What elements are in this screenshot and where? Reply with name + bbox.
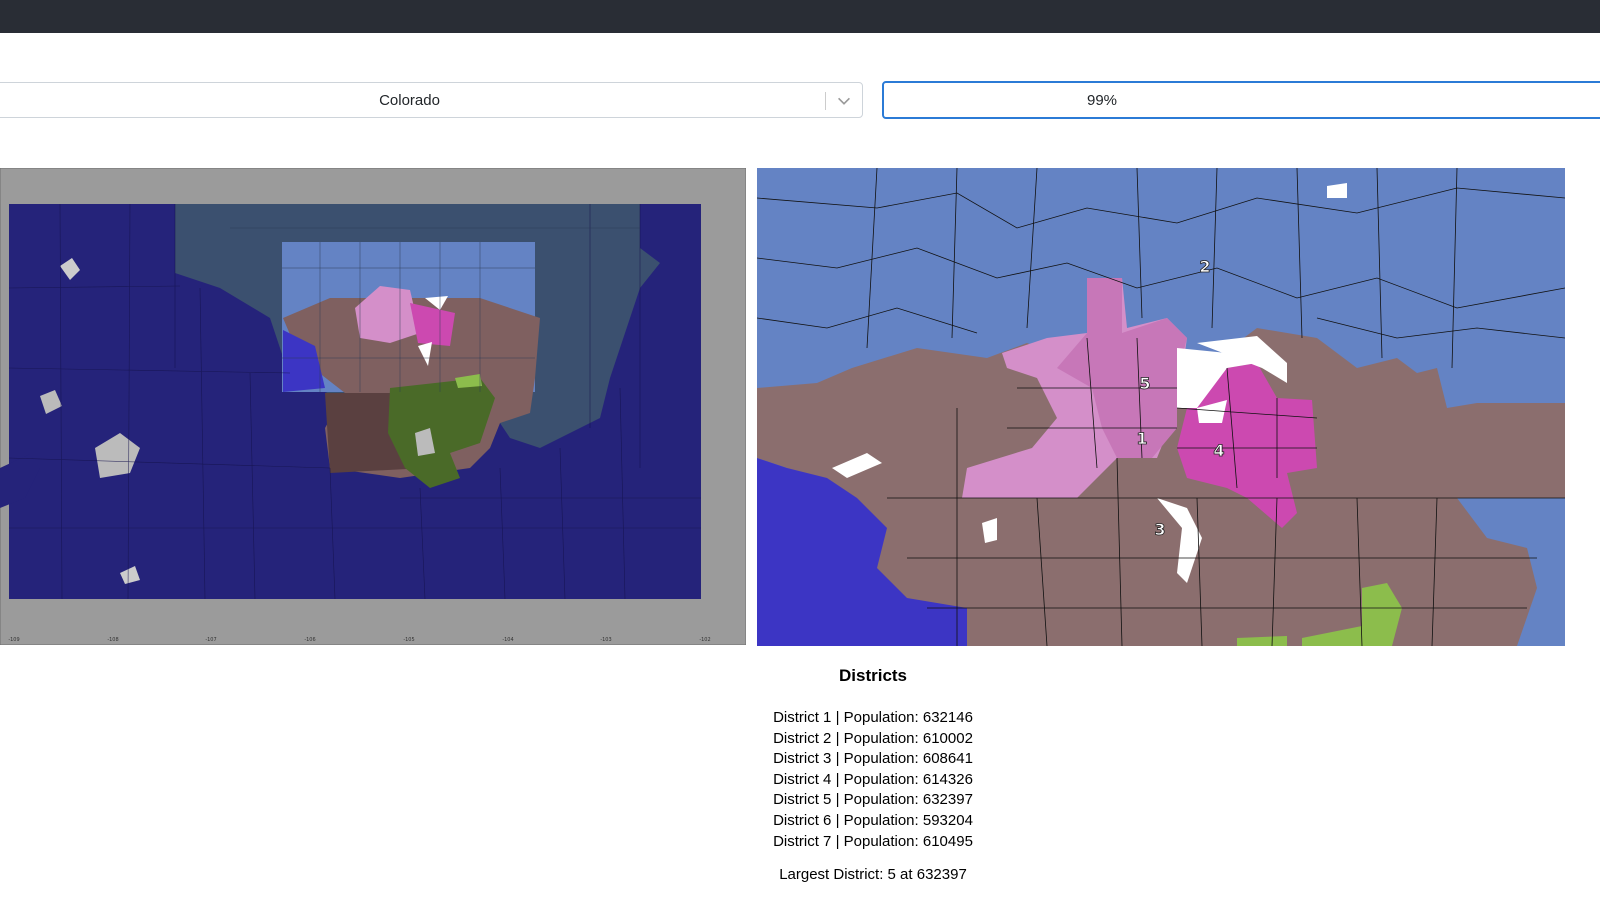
districts-heading: Districts bbox=[838, 666, 908, 685]
district-label: 4 bbox=[1213, 441, 1224, 460]
tick-label: -102 bbox=[699, 637, 710, 643]
tick-label: -106 bbox=[304, 637, 315, 643]
top-navbar bbox=[0, 0, 1600, 33]
state-select-value: Colorado bbox=[379, 92, 440, 109]
largest-district-text: Largest District: 5 at 632397 bbox=[779, 866, 967, 883]
tick-label: -104 bbox=[502, 637, 513, 643]
district-label: 3 bbox=[1154, 520, 1165, 539]
district-item: District 3 | Population: 608641 bbox=[773, 750, 973, 768]
tick-label: -107 bbox=[205, 637, 216, 643]
district-zoom-map: 1 2 3 4 5 bbox=[757, 168, 1565, 646]
district-item: District 2 | Population: 610002 bbox=[773, 729, 973, 747]
district-label: 5 bbox=[1139, 374, 1150, 393]
tick-label: -108 bbox=[107, 637, 118, 643]
district-item: District 1 | Population: 632146 bbox=[773, 709, 973, 726]
select-separator bbox=[825, 92, 826, 110]
district-item: District 7 | Population: 610495 bbox=[773, 832, 973, 850]
chevron-down-icon[interactable] bbox=[835, 92, 853, 110]
state-overview-map: -109 -108 -107 -106 -105 -104 -103 -102 bbox=[0, 168, 746, 645]
districts-list: District 1 | Population: 632146 District… bbox=[723, 708, 1023, 852]
district-item: District 6 | Population: 593204 bbox=[773, 811, 973, 829]
threshold-input[interactable] bbox=[882, 81, 1600, 119]
tick-label: -109 bbox=[8, 637, 19, 643]
district-label: 2 bbox=[1199, 257, 1210, 276]
district-label: 1 bbox=[1136, 429, 1147, 448]
district-item: District 4 | Population: 614326 bbox=[773, 770, 973, 788]
district-item: District 5 | Population: 632397 bbox=[773, 791, 973, 809]
state-select[interactable]: Colorado bbox=[0, 82, 863, 118]
tick-label: -103 bbox=[600, 637, 611, 643]
tick-label: -105 bbox=[403, 637, 414, 643]
